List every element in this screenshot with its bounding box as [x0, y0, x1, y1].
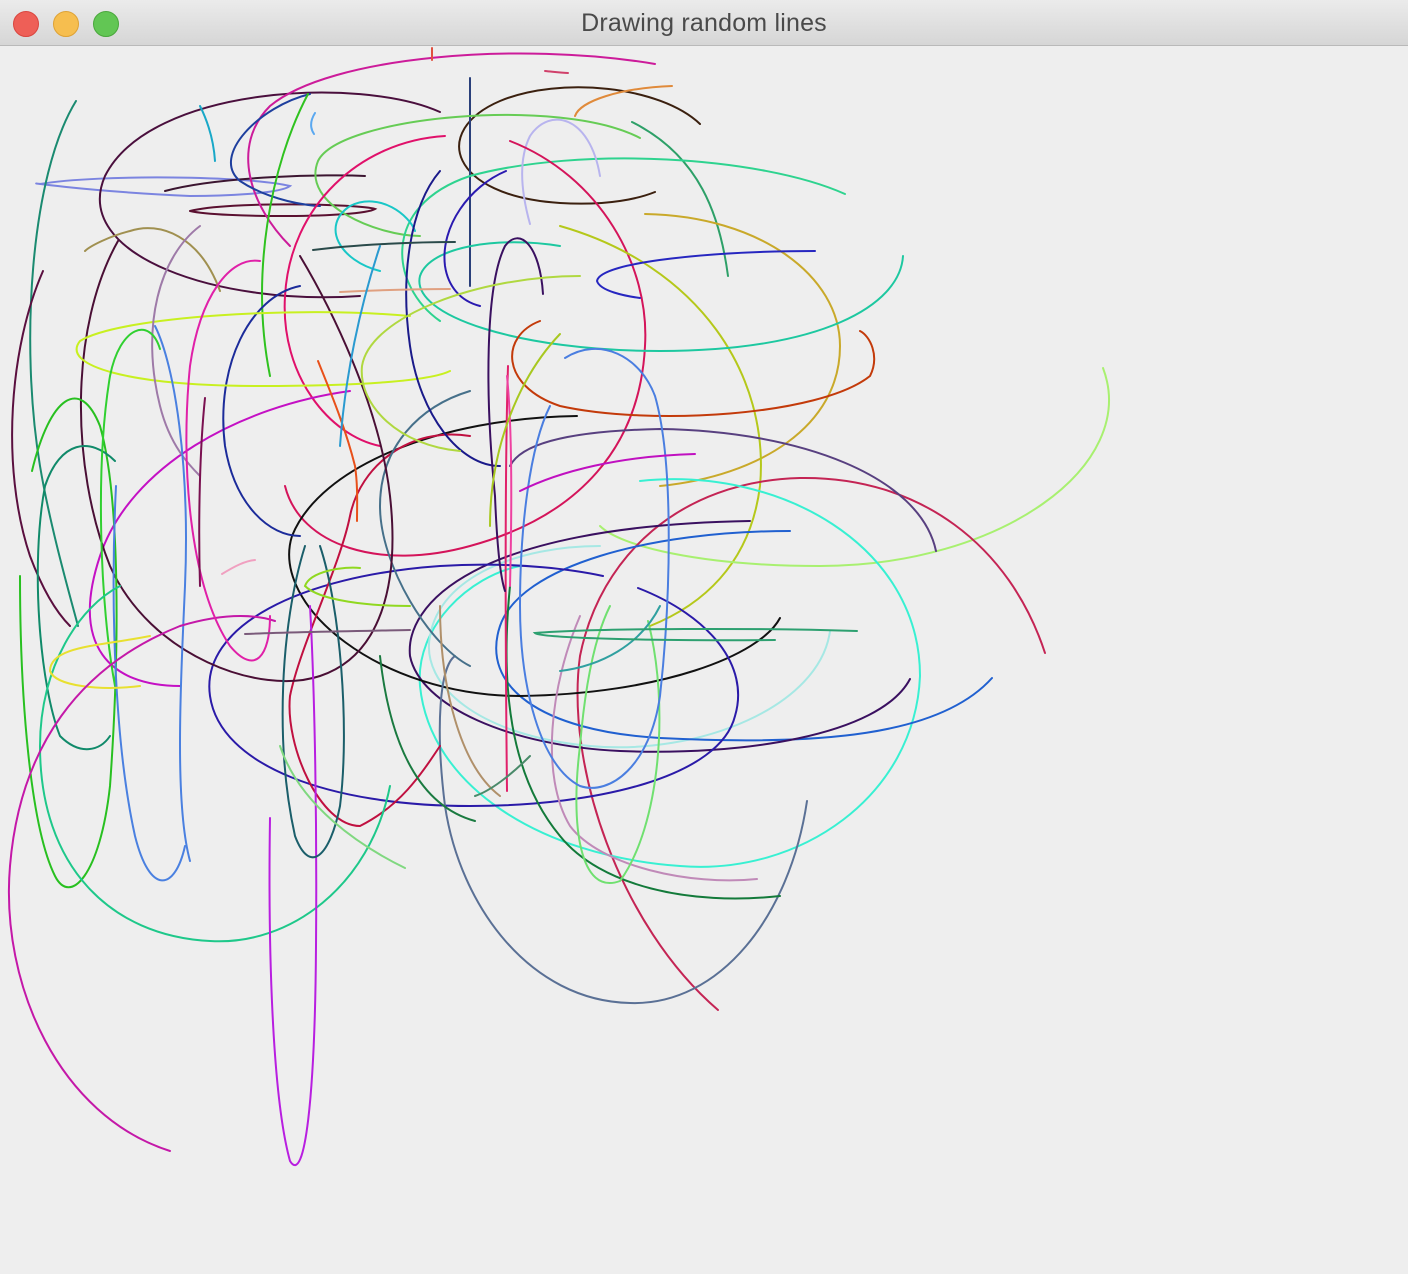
- curve: [198, 397, 206, 587]
- curve: [199, 105, 216, 162]
- curve: [99, 328, 161, 687]
- window-title: Drawing random lines: [581, 9, 827, 37]
- curve: [310, 112, 316, 135]
- curve: [401, 157, 846, 322]
- curve: [489, 333, 561, 527]
- curve: [544, 70, 569, 74]
- curve: [439, 605, 501, 797]
- drawing-surface: [8, 47, 1110, 1167]
- curve: [378, 390, 471, 667]
- curve: [511, 320, 876, 417]
- curve: [339, 288, 451, 293]
- curve: [438, 655, 808, 1005]
- drawing-canvas[interactable]: [0, 46, 1408, 1274]
- curve: [576, 476, 1046, 1011]
- curve: [221, 559, 256, 575]
- title-bar[interactable]: Drawing random lines: [0, 0, 1408, 46]
- curve: [261, 93, 309, 377]
- curve: [312, 241, 456, 251]
- curve: [405, 170, 501, 467]
- curve: [631, 121, 729, 277]
- curve: [268, 605, 318, 1167]
- app-window: Drawing random lines: [0, 0, 1408, 1274]
- curve: [559, 225, 762, 627]
- curve: [532, 627, 858, 642]
- curve: [443, 170, 507, 307]
- curve: [11, 270, 71, 627]
- curve: [487, 237, 544, 592]
- curve: [288, 415, 781, 698]
- curve: [521, 118, 601, 225]
- curve: [230, 93, 321, 207]
